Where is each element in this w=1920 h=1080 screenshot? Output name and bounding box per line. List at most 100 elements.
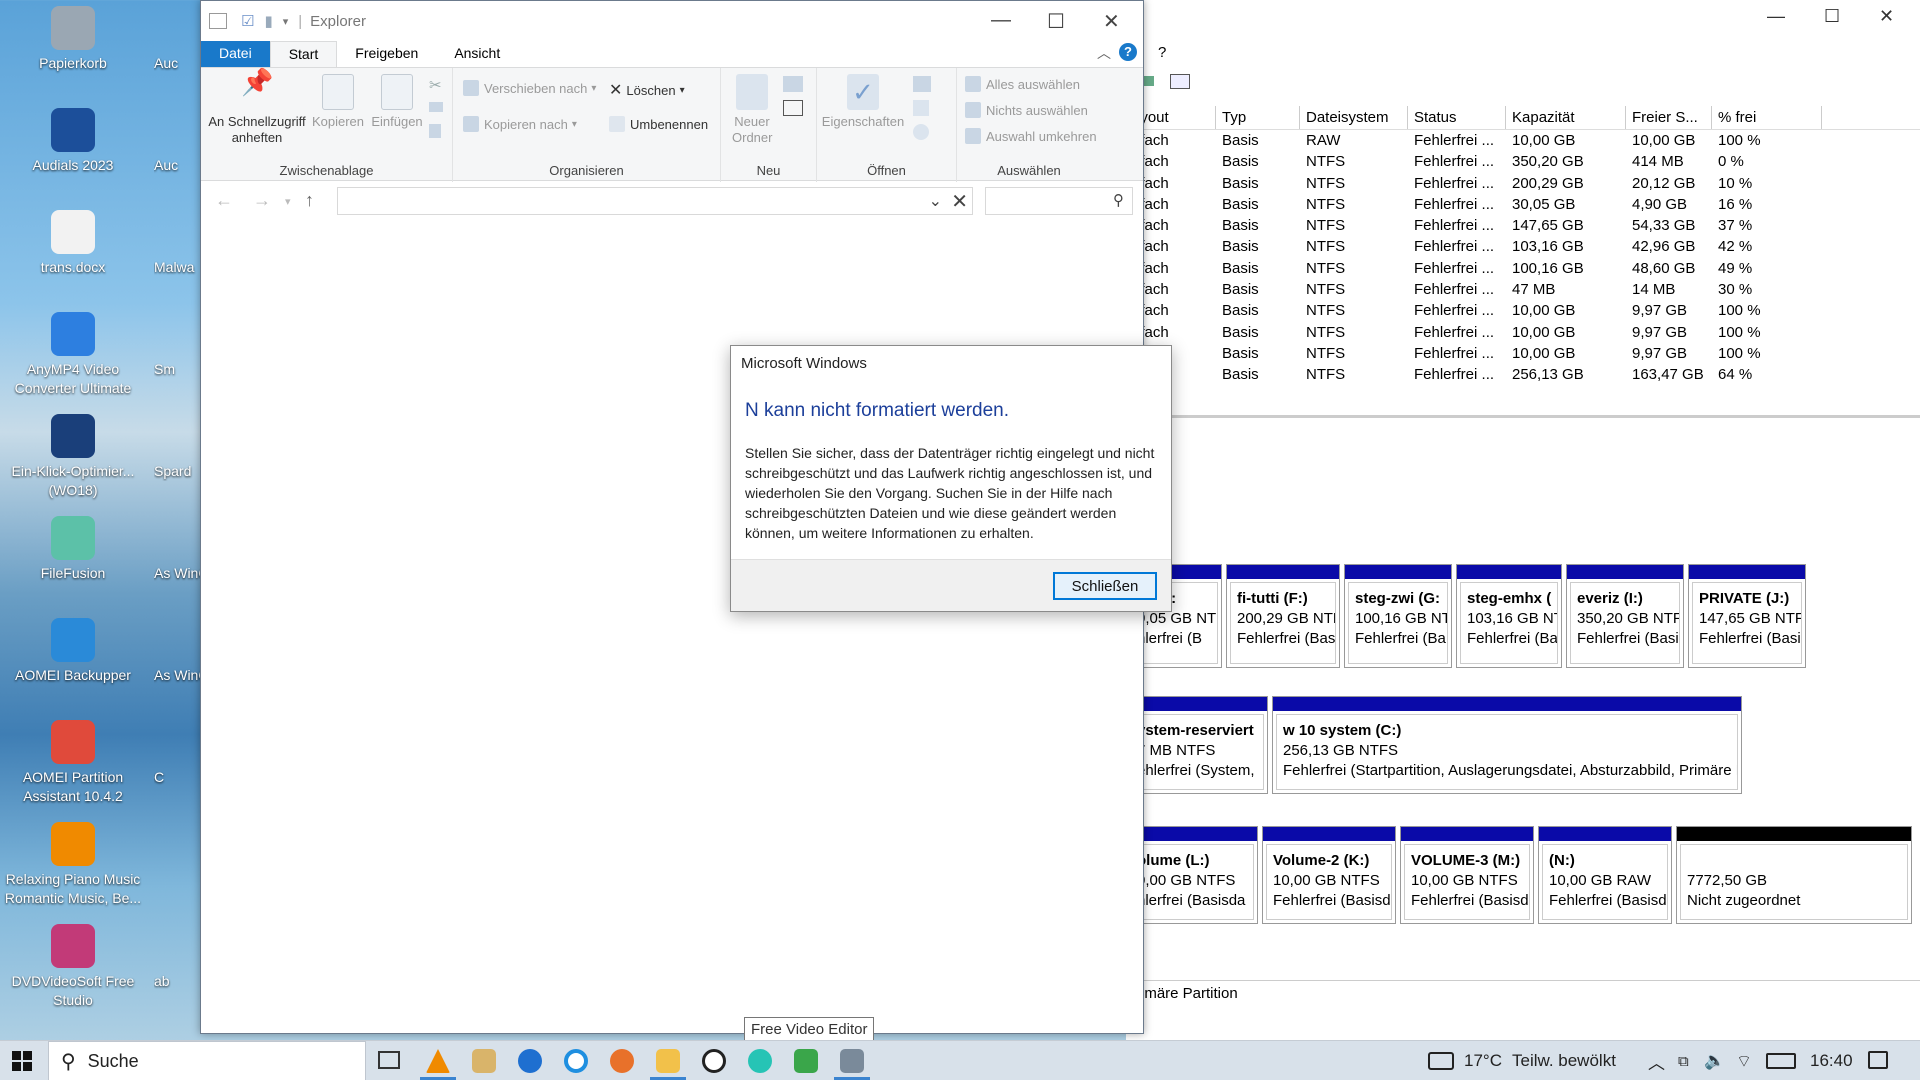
table-row[interactable]: nfach Basis RAW Fehlerfrei ... 10,00 GB 10,00… bbox=[1126, 130, 1920, 151]
help-icon[interactable]: ? bbox=[1119, 43, 1137, 61]
task-view-icon[interactable] bbox=[378, 1051, 400, 1069]
window-menu-icon[interactable] bbox=[209, 13, 227, 29]
copy-button[interactable]: Kopieren bbox=[309, 74, 367, 130]
up-arrow-icon[interactable]: ↑ bbox=[305, 190, 314, 211]
minimize-icon[interactable]: — bbox=[1767, 6, 1785, 27]
desktop-icon[interactable]: Relaxing Piano Music Romantic Music, Be.… bbox=[0, 822, 146, 908]
audials-taskbar-icon[interactable] bbox=[518, 1049, 542, 1073]
tab-freigeben[interactable]: Freigeben bbox=[337, 41, 436, 67]
edit-icon[interactable] bbox=[913, 100, 929, 116]
column-header[interactable]: Kapazität bbox=[1506, 106, 1626, 129]
desktop-icon-label-partial[interactable]: As WinOp bbox=[154, 666, 204, 685]
new-folder-button[interactable]: Neuer Ordner bbox=[727, 74, 777, 146]
show-hidden-icons-icon[interactable]: ︿ bbox=[1648, 1041, 1665, 1080]
invert-selection-button[interactable]: Auswahl umkehren bbox=[965, 128, 1097, 144]
desktop-icon-label-partial[interactable]: Auc bbox=[154, 54, 204, 73]
spreadsheet-taskbar-icon[interactable] bbox=[794, 1049, 818, 1073]
table-row[interactable]: nfach Basis NTFS Fehlerfrei ... 103,16 GB 42,… bbox=[1126, 236, 1920, 257]
disk-management-help-menu[interactable]: ? bbox=[1158, 44, 1166, 61]
desktop-icon[interactable]: AOMEI Partition Assistant 10.4.2 bbox=[0, 720, 146, 806]
partition-box[interactable]: everiz (I:) 350,20 GB NTFS Fehlerfrei (Bas… bbox=[1566, 564, 1684, 668]
explorer-close-icon[interactable]: ✕ bbox=[1103, 9, 1120, 34]
weather-widget[interactable]: 17°C Teilw. bewölkt bbox=[1428, 1041, 1616, 1080]
desktop-icon[interactable]: AnyMP4 Video Converter Ultimate bbox=[0, 312, 146, 398]
copy-path-icon[interactable] bbox=[429, 102, 443, 112]
desktop-icon[interactable]: Audials 2023 bbox=[0, 108, 146, 175]
new-item-icon[interactable] bbox=[783, 76, 803, 92]
column-header[interactable]: % frei bbox=[1712, 106, 1822, 129]
easy-access-icon[interactable] bbox=[783, 100, 803, 116]
browser-taskbar-icon[interactable] bbox=[564, 1049, 588, 1073]
clock[interactable]: 16:40 bbox=[1810, 1041, 1853, 1080]
table-row[interactable]: hBasisNTFSFehlerfrei ...10,00 GB9,97 GB1… bbox=[1126, 343, 1920, 364]
explorer-minimize-icon[interactable]: — bbox=[991, 9, 1011, 32]
recent-locations-icon[interactable]: ▾ bbox=[285, 195, 291, 208]
explorer-maximize-icon[interactable]: ☐ bbox=[1047, 9, 1065, 34]
delete-button[interactable]: ✕ Löschen ▾ bbox=[609, 80, 685, 100]
select-all-button[interactable]: Alles auswählen bbox=[965, 76, 1080, 92]
partition-box[interactable]: steg-emhx (103,16 GB NT Fehlerfrei (Ba bbox=[1456, 564, 1562, 668]
desktop-icon[interactable]: DVDVideoSoft Free Studio bbox=[0, 924, 146, 1010]
partition-box[interactable]: steg-zwi (G: 100,16 GB NT Fehlerfrei (Ba bbox=[1344, 564, 1452, 668]
address-clear-icon[interactable]: ✕ bbox=[951, 189, 968, 214]
partition-box[interactable]: ystem-reserviert 7 MB NTFS ehlerfrei (Syst… bbox=[1126, 696, 1268, 794]
table-row[interactable]: hBasisNTFSFehlerfrei ...256,13 GB163,47 … bbox=[1126, 364, 1920, 385]
table-row[interactable]: nfach Basis NTFS Fehlerfrei ... 147,65 GB 54,… bbox=[1126, 215, 1920, 236]
disk-management-taskbar-icon[interactable] bbox=[840, 1049, 864, 1073]
table-row[interactable]: nfach Basis NTFS Fehlerfrei ... 350,20 GB 414… bbox=[1126, 151, 1920, 172]
volume-icon[interactable]: 🔈 bbox=[1704, 1041, 1725, 1080]
back-arrow-icon[interactable]: ← bbox=[215, 190, 233, 211]
rename-button[interactable]: Umbenennen bbox=[609, 116, 708, 132]
select-none-button[interactable]: Nichts auswählen bbox=[965, 102, 1088, 118]
table-row[interactable]: nfach Basis NTFS Fehlerfrei ... 10,00 GB 9,97… bbox=[1126, 300, 1920, 321]
column-header[interactable]: Dateisystem bbox=[1300, 106, 1408, 129]
taskbar-search[interactable]: ⚲ Suche bbox=[48, 1041, 366, 1080]
address-dropdown-icon[interactable]: ⌄ bbox=[929, 191, 942, 211]
table-row[interactable]: nfach Basis NTFS Fehlerfrei ... 200,29 GB 20,… bbox=[1126, 173, 1920, 194]
cut-icon[interactable]: ✂ bbox=[429, 76, 442, 94]
partition-box[interactable]: Volume-2 (K:) 10,00 GB NTFS Fehlerfrei (Ba… bbox=[1262, 826, 1396, 924]
move-to-button[interactable]: Verschieben nach ▾ bbox=[463, 80, 596, 96]
desktop-icon-label-partial[interactable]: Spard bbox=[154, 462, 204, 481]
desktop-icon-label-partial[interactable]: Sm bbox=[154, 360, 204, 379]
forward-arrow-icon[interactable]: → bbox=[253, 190, 271, 211]
quick-access-properties-icon[interactable]: ☑ bbox=[241, 12, 254, 30]
desktop-icon-label-partial[interactable]: C bbox=[154, 768, 204, 787]
file-explorer-taskbar-icon[interactable] bbox=[656, 1049, 680, 1073]
tab-datei[interactable]: Datei bbox=[201, 41, 270, 67]
notification-icon[interactable] bbox=[1868, 1051, 1888, 1069]
search-box[interactable]: ⚲ bbox=[985, 187, 1133, 215]
desktop-icon[interactable]: trans.docx bbox=[0, 210, 146, 277]
table-row[interactable]: nfach Basis NTFS Fehlerfrei ... 10,00 GB 9,97… bbox=[1126, 322, 1920, 343]
partition-box[interactable]: w 10 system (C:) 256,13 GB NTFS Fehlerfrei… bbox=[1272, 696, 1742, 794]
column-header[interactable]: Status bbox=[1408, 106, 1506, 129]
partition-box[interactable]: fi-tutti (F:) 200,29 GB NTF Fehlerfrei (Ba… bbox=[1226, 564, 1340, 668]
copy-to-button[interactable]: Kopieren nach ▾ bbox=[463, 116, 577, 132]
desktop-icon-label-partial[interactable]: Auc bbox=[154, 156, 204, 175]
disk-tool-taskbar-icon[interactable] bbox=[702, 1049, 726, 1073]
partition-box[interactable]: 7772,50 GB Nicht zugeordnet bbox=[1676, 826, 1912, 924]
quick-access-new-folder-icon[interactable]: ▮ bbox=[264, 12, 272, 30]
quick-access-dropdown-icon[interactable]: ▾ bbox=[283, 15, 289, 28]
pin-quick-access-button[interactable]: 📌 An Schnellzugriff anheften bbox=[207, 69, 307, 146]
desktop-icon-label-partial[interactable]: ab bbox=[154, 972, 204, 991]
keyboard-icon[interactable] bbox=[1766, 1053, 1796, 1069]
vlc-taskbar-icon[interactable] bbox=[426, 1049, 450, 1073]
close-icon[interactable]: ✕ bbox=[1879, 6, 1894, 27]
desktop-icon-label-partial[interactable]: Malwa bbox=[154, 258, 204, 277]
tab-ansicht[interactable]: Ansicht bbox=[436, 41, 518, 67]
network-icon[interactable]: ⌔ bbox=[1736, 1041, 1752, 1080]
backup-taskbar-icon[interactable] bbox=[748, 1049, 772, 1073]
windows-start-icon[interactable] bbox=[12, 1051, 32, 1071]
paste-shortcut-icon[interactable] bbox=[429, 124, 441, 138]
video-editor-taskbar-icon[interactable] bbox=[472, 1049, 496, 1073]
column-header[interactable]: Freier S... bbox=[1626, 106, 1712, 129]
firefox-taskbar-icon[interactable] bbox=[610, 1049, 634, 1073]
desktop-icon[interactable]: FileFusion bbox=[0, 516, 146, 583]
device-icon[interactable]: ⧉ bbox=[1678, 1041, 1689, 1080]
toolbar-properties-icon[interactable] bbox=[1170, 74, 1190, 89]
ribbon-collapse-icon[interactable]: ︿ bbox=[1097, 43, 1111, 63]
partition-box[interactable]: olume (L:) 0,00 GB NTFS hlerfrei (Basisda bbox=[1126, 826, 1258, 924]
desktop-icon[interactable]: Ein-Klick-Optimier... (WO18) bbox=[0, 414, 146, 500]
address-bar[interactable]: ⌄ ✕ bbox=[337, 187, 973, 215]
